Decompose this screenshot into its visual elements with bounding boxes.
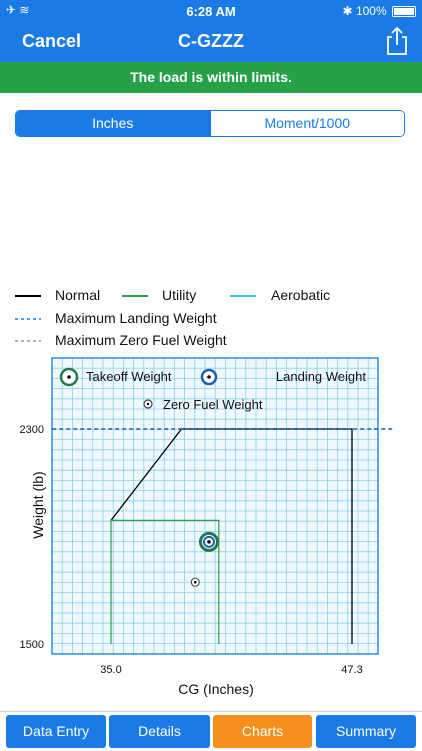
point-zero-fuel-weight-dot [193, 580, 197, 584]
share-icon[interactable] [386, 26, 408, 61]
segment-inches[interactable]: Inches [16, 111, 210, 136]
legend-normal-line [15, 295, 41, 297]
tab-bar: Data Entry Details Charts Summary [0, 711, 422, 751]
point-landing-weight-dot [207, 540, 211, 544]
units-segmented-control[interactable]: Inches Moment/1000 [15, 110, 405, 137]
status-right: ✱ 100% [343, 4, 416, 18]
bluetooth-icon: ✱ [342, 4, 353, 18]
takeoff-weight-label: Takeoff Weight [86, 369, 172, 384]
landing-marker-dot [207, 375, 211, 379]
legend-mzfw: Maximum Zero Fuel Weight [55, 332, 227, 348]
legend-mzfw-line [15, 340, 41, 342]
cg-envelope-chart: Takeoff Weight Landing Weight Zero Fuel … [20, 357, 396, 697]
battery-percent: 100% [355, 4, 387, 18]
x-axis-label: CG (Inches) [178, 681, 253, 697]
y-axis-label: Weight (lb) [30, 471, 46, 538]
legend-mlw: Maximum Landing Weight [55, 310, 217, 326]
legend-utility: Utility [162, 287, 197, 303]
y-tick-1500: 1500 [20, 639, 44, 651]
segment-moment[interactable]: Moment/1000 [209, 111, 404, 136]
battery-icon [392, 6, 416, 18]
tab-data-entry[interactable]: Data Entry [6, 715, 106, 748]
legend-aerobatic: Aerobatic [271, 287, 331, 303]
tab-summary[interactable]: Summary [316, 715, 416, 748]
zero-fuel-marker-dot [146, 402, 150, 406]
cancel-button[interactable]: Cancel [22, 31, 81, 52]
nav-bar: Cancel C-GZZZ [0, 22, 422, 62]
status-bar: ✈ ≋ 6:28 AM ✱ 100% [0, 0, 422, 22]
x-tick-35: 35.0 [100, 664, 121, 676]
tab-details[interactable]: Details [109, 715, 210, 748]
legend-aerobatic-line [230, 295, 256, 297]
landing-weight-label: Landing Weight [276, 369, 366, 384]
legend-normal: Normal [55, 287, 101, 303]
legend-mlw-line [15, 318, 41, 320]
status-banner: The load is within limits. [0, 62, 422, 93]
legend-utility-line [122, 295, 148, 297]
zero-fuel-weight-label: Zero Fuel Weight [163, 397, 263, 412]
x-tick-47: 47.3 [341, 664, 362, 676]
tab-charts[interactable]: Charts [213, 715, 312, 748]
y-tick-2300: 2300 [20, 424, 44, 436]
takeoff-marker-dot [67, 375, 71, 379]
